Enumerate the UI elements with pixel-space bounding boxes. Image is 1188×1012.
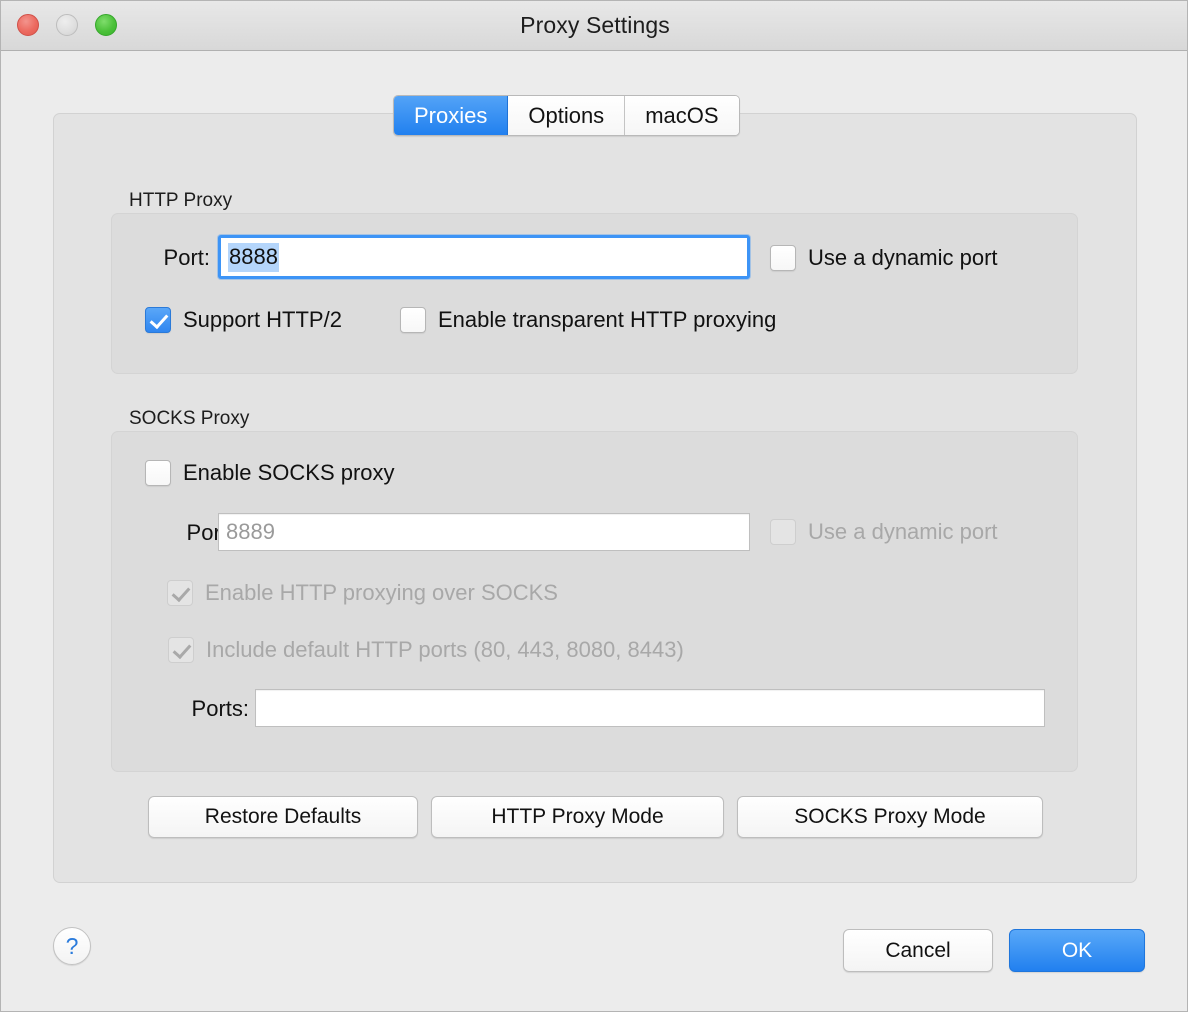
checkbox-icon <box>400 307 426 333</box>
support-http2-label: Support HTTP/2 <box>183 307 342 332</box>
socks-dynamic-port-checkbox[interactable]: Use a dynamic port <box>770 519 998 545</box>
http-over-socks-label: Enable HTTP proxying over SOCKS <box>205 580 558 605</box>
socks-port-input[interactable]: 8889 <box>218 513 750 551</box>
checkbox-icon <box>770 245 796 271</box>
http-dynamic-port-label: Use a dynamic port <box>808 245 998 270</box>
transparent-proxying-checkbox[interactable]: Enable transparent HTTP proxying <box>400 307 776 333</box>
window-title: Proxy Settings <box>520 12 670 38</box>
tab-proxies[interactable]: Proxies <box>394 96 509 135</box>
cancel-button[interactable]: Cancel <box>843 929 993 972</box>
http-proxy-group-label: HTTP Proxy <box>129 190 233 211</box>
checkbox-disabled-icon <box>770 519 796 545</box>
socks-ports-label: Ports: <box>191 696 249 721</box>
transparent-proxying-label: Enable transparent HTTP proxying <box>438 307 777 332</box>
tab-bar: Proxies Options macOS <box>393 95 740 136</box>
tab-macos[interactable]: macOS <box>625 96 739 135</box>
checkbox-disabled-checked-icon <box>168 637 194 663</box>
http-dynamic-port-checkbox[interactable]: Use a dynamic port <box>770 245 998 271</box>
ok-button[interactable]: OK <box>1009 929 1145 972</box>
checkbox-icon <box>145 460 171 486</box>
socks-proxy-mode-button[interactable]: SOCKS Proxy Mode <box>737 796 1043 838</box>
http-over-socks-checkbox[interactable]: Enable HTTP proxying over SOCKS <box>167 580 558 606</box>
checkbox-disabled-checked-icon <box>167 580 193 606</box>
checkbox-checked-icon <box>145 307 171 333</box>
socks-dynamic-port-label: Use a dynamic port <box>808 519 998 544</box>
default-http-ports-label: Include default HTTP ports (80, 443, 808… <box>206 637 684 662</box>
tab-options[interactable]: Options <box>508 96 626 135</box>
default-http-ports-checkbox[interactable]: Include default HTTP ports (80, 443, 808… <box>168 637 684 663</box>
http-proxy-mode-button[interactable]: HTTP Proxy Mode <box>431 796 724 838</box>
restore-defaults-button[interactable]: Restore Defaults <box>148 796 418 838</box>
support-http2-checkbox[interactable]: Support HTTP/2 <box>145 307 342 333</box>
window-titlebar: Proxy Settings <box>1 1 1187 51</box>
http-port-value: 8888 <box>228 242 279 272</box>
socks-proxy-group-label: SOCKS Proxy <box>129 408 250 429</box>
http-port-input[interactable]: 8888 <box>218 235 750 279</box>
socks-ports-input[interactable] <box>255 689 1045 727</box>
help-button[interactable]: ? <box>53 927 91 965</box>
enable-socks-label: Enable SOCKS proxy <box>183 460 395 485</box>
enable-socks-checkbox[interactable]: Enable SOCKS proxy <box>145 460 395 486</box>
socks-port-placeholder: 8889 <box>226 519 275 544</box>
proxy-settings-window: Proxy Settings Proxies Options macOS HTT… <box>0 0 1188 1012</box>
http-port-label: Port: <box>163 245 210 270</box>
